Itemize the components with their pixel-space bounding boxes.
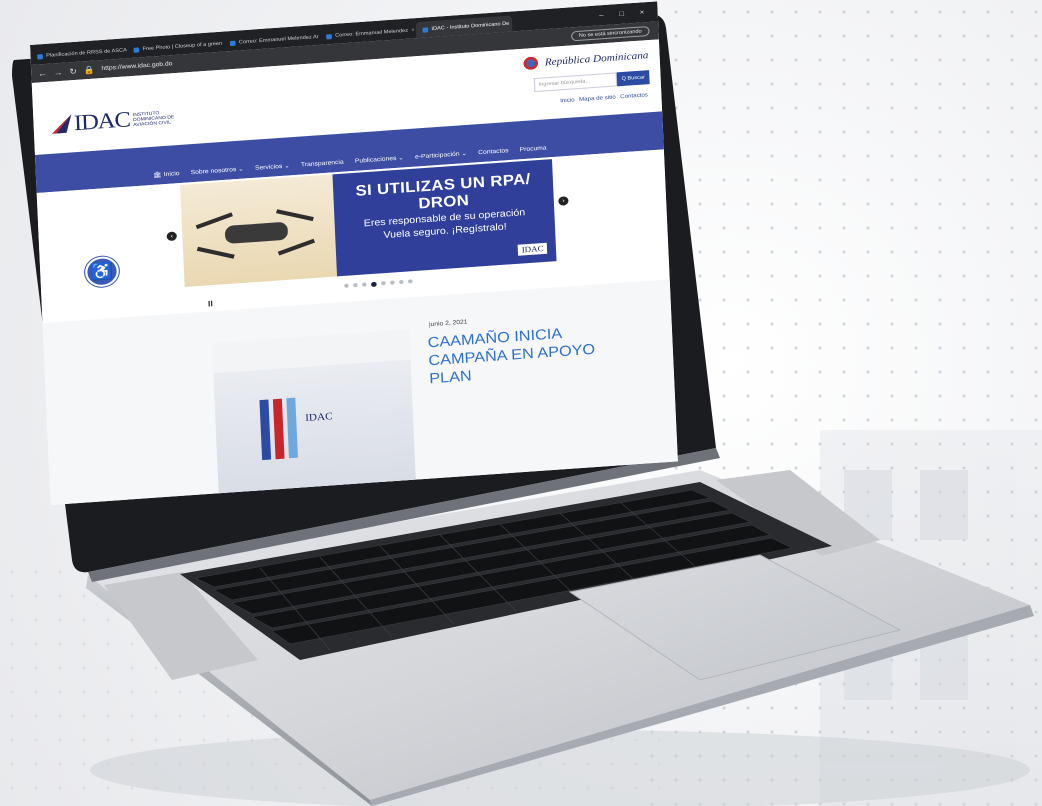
slider-dot[interactable] (390, 280, 395, 285)
slider-dot[interactable] (353, 283, 358, 288)
slider-dot[interactable] (370, 281, 377, 288)
top-link-mapa[interactable]: Mapa de sitio (579, 94, 616, 103)
slider-next-icon[interactable]: › (558, 196, 569, 206)
menu-item-e-participacion[interactable]: e-Participación ⌄ (415, 150, 467, 161)
slide-banner[interactable]: SI UTILIZAS UN RPA/ DRON Eres responsabl… (180, 159, 557, 288)
reload-icon[interactable]: ↻ (69, 66, 77, 76)
menu-item-servicios[interactable]: Servicios ⌄ (255, 162, 290, 171)
news-title[interactable]: CAAMAÑO INICIA CAMPAÑA EN APOYO PLAN (427, 323, 597, 389)
news-photo-logo: IDAC (304, 411, 333, 425)
slider-dot[interactable] (344, 283, 349, 288)
top-links: Inicio Mapa de sitio Contactos (560, 92, 648, 104)
slider-pause-button[interactable]: II (208, 299, 213, 308)
search-button[interactable]: Q Buscar (616, 70, 650, 87)
tab-favicon-icon (326, 33, 332, 39)
sync-profile-button[interactable]: No se está sincronizando (570, 25, 650, 42)
republic-brand: República Dominicana (519, 46, 649, 74)
republic-name: República Dominicana (544, 49, 649, 68)
top-link-contactos[interactable]: Contactos (620, 92, 648, 100)
menu-item-procuma[interactable]: Procuma (520, 145, 547, 153)
tab-favicon-icon (37, 53, 43, 60)
slider-dot[interactable] (362, 282, 367, 287)
forward-icon[interactable]: → (54, 67, 63, 77)
tab-favicon-icon (229, 40, 236, 46)
url-field[interactable]: https://www.idac.gob.do (101, 61, 172, 72)
slider-dot[interactable] (407, 279, 413, 284)
idac-logo-icon (51, 114, 72, 134)
slider-prev-icon[interactable]: ‹ (166, 231, 177, 242)
tab-favicon-icon (422, 26, 429, 33)
close-tab-icon[interactable]: × (411, 27, 415, 33)
top-link-inicio[interactable]: Inicio (560, 97, 575, 104)
back-icon[interactable]: ← (38, 68, 47, 78)
logo-text: IDAC (73, 106, 131, 136)
banner-logo: IDAC (518, 242, 548, 256)
drone-photo (180, 174, 338, 288)
banner-text-panel: SI UTILIZAS UN RPA/ DRON Eres responsabl… (332, 159, 557, 277)
slider-dot[interactable] (381, 281, 386, 286)
site-search: Ingresar búsqueda... Q Buscar (533, 70, 650, 93)
menu-item-publicaciones[interactable]: Publicaciones ⌄ (355, 154, 404, 164)
news-date: junio 2, 2021 (428, 319, 468, 329)
site-logo[interactable]: IDAC INSTITUTO DOMINICANO DE AVIACIÓN CI… (49, 103, 179, 138)
lock-icon: 🔒 (83, 65, 95, 75)
browser-window: Planificación de RRSS de ASCA× Free Phot… (30, 1, 678, 505)
menu-item-contactos[interactable]: Contactos (478, 148, 509, 156)
menu-item-sobre-nosotros[interactable]: Sobre nosotros ⌄ (191, 166, 244, 177)
accessibility-icon[interactable]: ♿ (84, 255, 120, 288)
laptop-screen: Planificación de RRSS de ASCA× Free Phot… (30, 1, 678, 505)
slider-dots (344, 279, 413, 289)
news-photo[interactable]: IDAC (211, 329, 416, 494)
slider-dot[interactable] (398, 279, 404, 285)
tab-favicon-icon (133, 46, 140, 53)
coat-of-arms-icon (519, 53, 541, 74)
menu-item-transparencia[interactable]: Transparencia (301, 160, 344, 169)
window-controls[interactable]: – □ × (599, 8, 658, 19)
search-input[interactable]: Ingresar búsqueda... (533, 72, 618, 93)
logo-subtitle: INSTITUTO DOMINICANO DE AVIACIÓN CIVIL (132, 109, 175, 127)
menu-item-inicio[interactable]: Inicio (153, 170, 180, 179)
